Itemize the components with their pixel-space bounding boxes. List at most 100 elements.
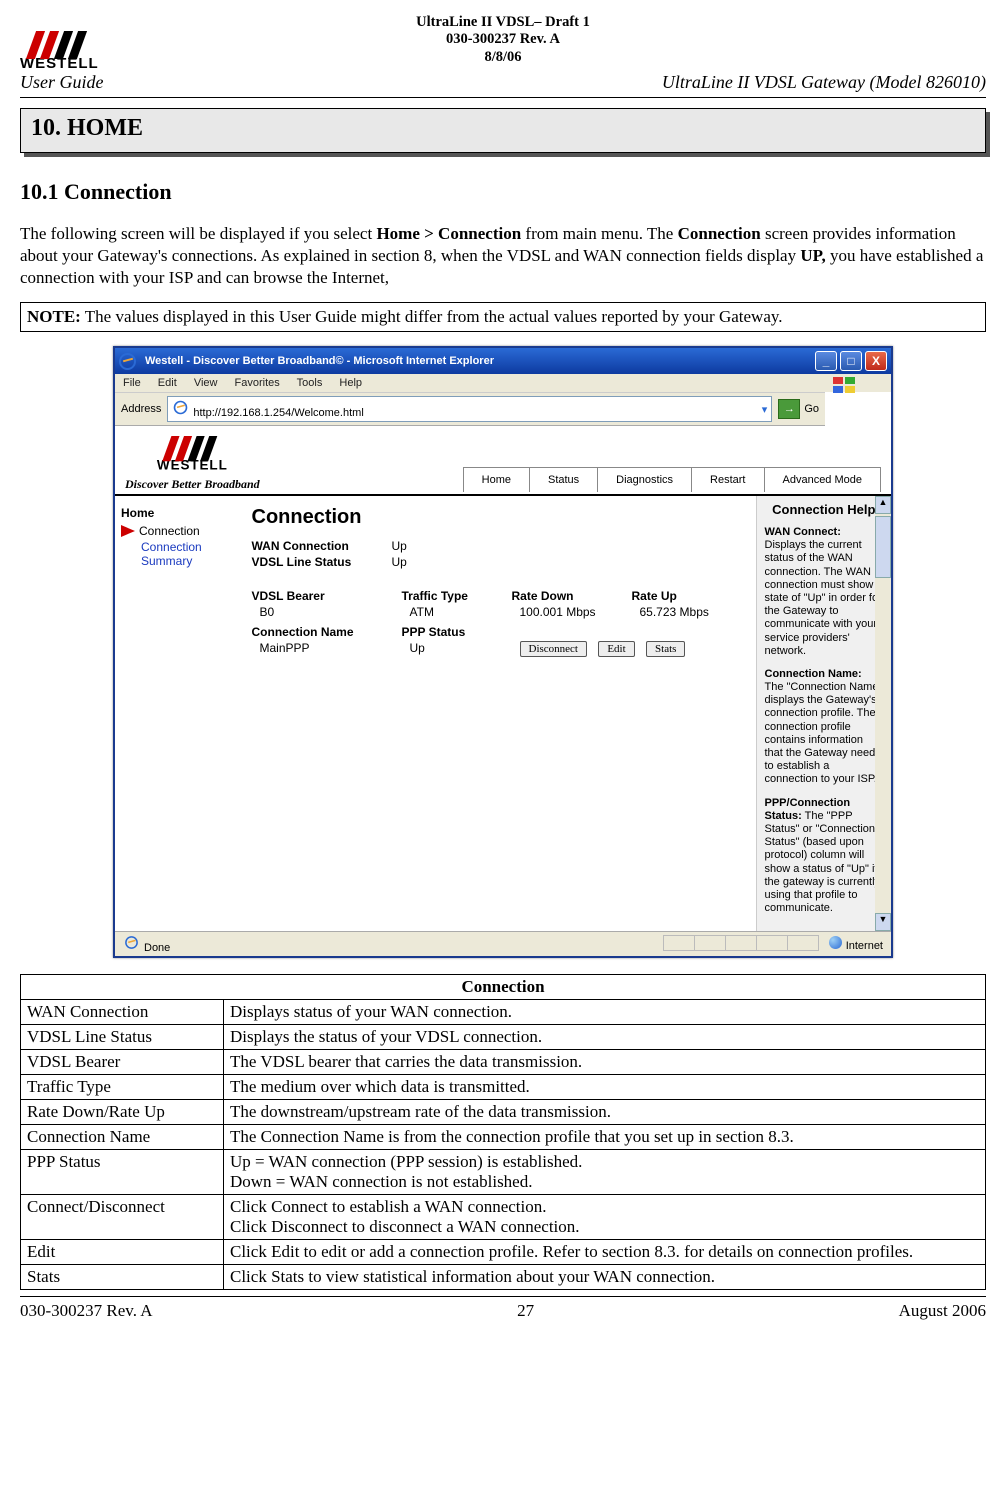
- table-title: Connection: [21, 975, 986, 1000]
- help-cn-head: Connection Name:: [765, 668, 862, 680]
- menu-file[interactable]: File: [123, 377, 141, 389]
- help-cn-text: The "Connection Name" displays the Gatew…: [765, 681, 883, 785]
- scroll-down-icon[interactable]: ▼: [875, 913, 891, 931]
- tab-diagnostics[interactable]: Diagnostics: [597, 467, 692, 492]
- scroll-thumb[interactable]: [875, 516, 891, 578]
- body-text: The following screen will be displayed i…: [20, 224, 376, 243]
- panel-title: Connection: [252, 506, 750, 529]
- field-name: Stats: [21, 1265, 224, 1290]
- done-icon: [125, 936, 138, 949]
- cell-rate-down: 100.001 Mbps: [520, 605, 640, 619]
- menu-favorites[interactable]: Favorites: [235, 377, 280, 389]
- stats-button[interactable]: Stats: [646, 641, 685, 657]
- table-row: Connect/DisconnectClick Connect to estab…: [21, 1195, 986, 1240]
- note-box: NOTE: The values displayed in this User …: [20, 302, 986, 332]
- body-text: from main menu. The: [525, 224, 677, 243]
- table-row: Connection NameThe Connection Name is fr…: [21, 1125, 986, 1150]
- table-row: Traffic TypeThe medium over which data i…: [21, 1075, 986, 1100]
- help-ppp-text: The "PPP Status" or "Connection Status" …: [765, 810, 881, 914]
- globe-icon: [829, 936, 842, 949]
- window-title: Westell - Discover Better Broadband© - M…: [145, 355, 494, 367]
- scrollbar[interactable]: ▲ ▼: [875, 496, 891, 931]
- go-label: Go: [804, 403, 819, 415]
- running-head-right: UltraLine II VDSL Gateway (Model 826010): [662, 72, 986, 93]
- tab-restart[interactable]: Restart: [691, 467, 764, 492]
- col-ppp-status: PPP Status: [402, 625, 512, 639]
- note-text: The values displayed in this User Guide …: [81, 307, 783, 326]
- field-name: Edit: [21, 1240, 224, 1265]
- table-row: WAN ConnectionDisplays status of your WA…: [21, 1000, 986, 1025]
- body-bold: UP,: [800, 246, 825, 265]
- tab-advanced[interactable]: Advanced Mode: [764, 467, 882, 492]
- maximize-button[interactable]: □: [840, 351, 862, 371]
- address-input[interactable]: http://192.168.1.254/Welcome.html ▾: [167, 396, 772, 422]
- screenshot: Westell - Discover Better Broadband© - M…: [113, 346, 893, 958]
- tab-status[interactable]: Status: [529, 467, 598, 492]
- field-name: Connection Name: [21, 1125, 224, 1150]
- address-label: Address: [121, 403, 161, 415]
- table-row: EditClick Edit to edit or add a connecti…: [21, 1240, 986, 1265]
- menu-tools[interactable]: Tools: [297, 377, 323, 389]
- cell-rate-up: 65.723 Mbps: [640, 605, 750, 619]
- status-internet: Internet: [846, 940, 883, 952]
- field-name: VDSL Line Status: [21, 1025, 224, 1050]
- footer-center: 27: [517, 1301, 534, 1321]
- tab-home[interactable]: Home: [463, 467, 530, 492]
- field-name: Rate Down/Rate Up: [21, 1100, 224, 1125]
- sidebar-item-summary[interactable]: Connection Summary: [141, 540, 238, 568]
- ie-icon: [119, 353, 136, 370]
- arrow-right-icon: [121, 525, 135, 537]
- dropdown-icon[interactable]: ▾: [762, 403, 768, 416]
- page-icon: [174, 401, 188, 415]
- vdsl-line-label: VDSL Line Status: [252, 555, 392, 569]
- sidebar-item-label: Connection: [139, 524, 200, 538]
- table-row: PPP StatusUp = WAN connection (PPP sessi…: [21, 1150, 986, 1195]
- field-name: WAN Connection: [21, 1000, 224, 1025]
- page-footer: 030-300237 Rev. A 27 August 2006: [20, 1296, 986, 1321]
- field-description: The Connection Name is from the connecti…: [224, 1125, 986, 1150]
- close-button[interactable]: X: [865, 351, 887, 371]
- field-description: The downstream/upstream rate of the data…: [224, 1100, 986, 1125]
- wan-connection-label: WAN Connection: [252, 539, 392, 553]
- note-label: NOTE:: [27, 307, 81, 326]
- table-row: Rate Down/Rate UpThe downstream/upstream…: [21, 1100, 986, 1125]
- menu-bar: File Edit View Favorites Tools Help: [115, 374, 891, 392]
- doc-header-line1: UltraLine II VDSL– Draft 1: [20, 14, 986, 31]
- col-vdsl-bearer: VDSL Bearer: [252, 589, 402, 603]
- field-description: Click Connect to establish a WAN connect…: [224, 1195, 986, 1240]
- table-row: VDSL BearerThe VDSL bearer that carries …: [21, 1050, 986, 1075]
- westell-logo-small: WESTELL: [157, 436, 228, 473]
- field-description: Displays status of your WAN connection.: [224, 1000, 986, 1025]
- col-traffic-type: Traffic Type: [402, 589, 512, 603]
- cell-traffic: ATM: [410, 605, 520, 619]
- help-wan-head: WAN Connect:: [765, 526, 841, 538]
- field-name: VDSL Bearer: [21, 1050, 224, 1075]
- cell-ppp: Up: [410, 641, 520, 657]
- col-rate-up: Rate Up: [632, 589, 742, 603]
- edit-button[interactable]: Edit: [598, 641, 634, 657]
- go-button[interactable]: →: [778, 399, 800, 419]
- disconnect-button[interactable]: Disconnect: [520, 641, 587, 657]
- table-row: StatsClick Stats to view statistical inf…: [21, 1265, 986, 1290]
- field-description-table: Connection WAN ConnectionDisplays status…: [20, 974, 986, 1290]
- table-row: VDSL Line StatusDisplays the status of y…: [21, 1025, 986, 1050]
- field-name: Traffic Type: [21, 1075, 224, 1100]
- field-description: Click Edit to edit or add a connection p…: [224, 1240, 986, 1265]
- minimize-button[interactable]: _: [815, 351, 837, 371]
- sidebar-item-connection[interactable]: Connection: [119, 524, 238, 538]
- footer-right: August 2006: [899, 1301, 986, 1321]
- cell-bearer: B0: [252, 605, 410, 619]
- field-name: PPP Status: [21, 1150, 224, 1195]
- menu-edit[interactable]: Edit: [158, 377, 177, 389]
- menu-view[interactable]: View: [194, 377, 218, 389]
- field-name: Connect/Disconnect: [21, 1195, 224, 1240]
- scroll-up-icon[interactable]: ▲: [875, 496, 891, 514]
- field-description: The VDSL bearer that carries the data tr…: [224, 1050, 986, 1075]
- help-panel: Connection Help WAN Connect: Displays th…: [756, 496, 892, 931]
- menu-help[interactable]: Help: [339, 377, 362, 389]
- cell-conn-name: MainPPP: [252, 641, 410, 657]
- wan-connection-value: Up: [392, 539, 407, 553]
- body-bold: Home > Connection: [376, 224, 521, 243]
- help-title: Connection Help: [765, 502, 884, 518]
- field-description: Displays the status of your VDSL connect…: [224, 1025, 986, 1050]
